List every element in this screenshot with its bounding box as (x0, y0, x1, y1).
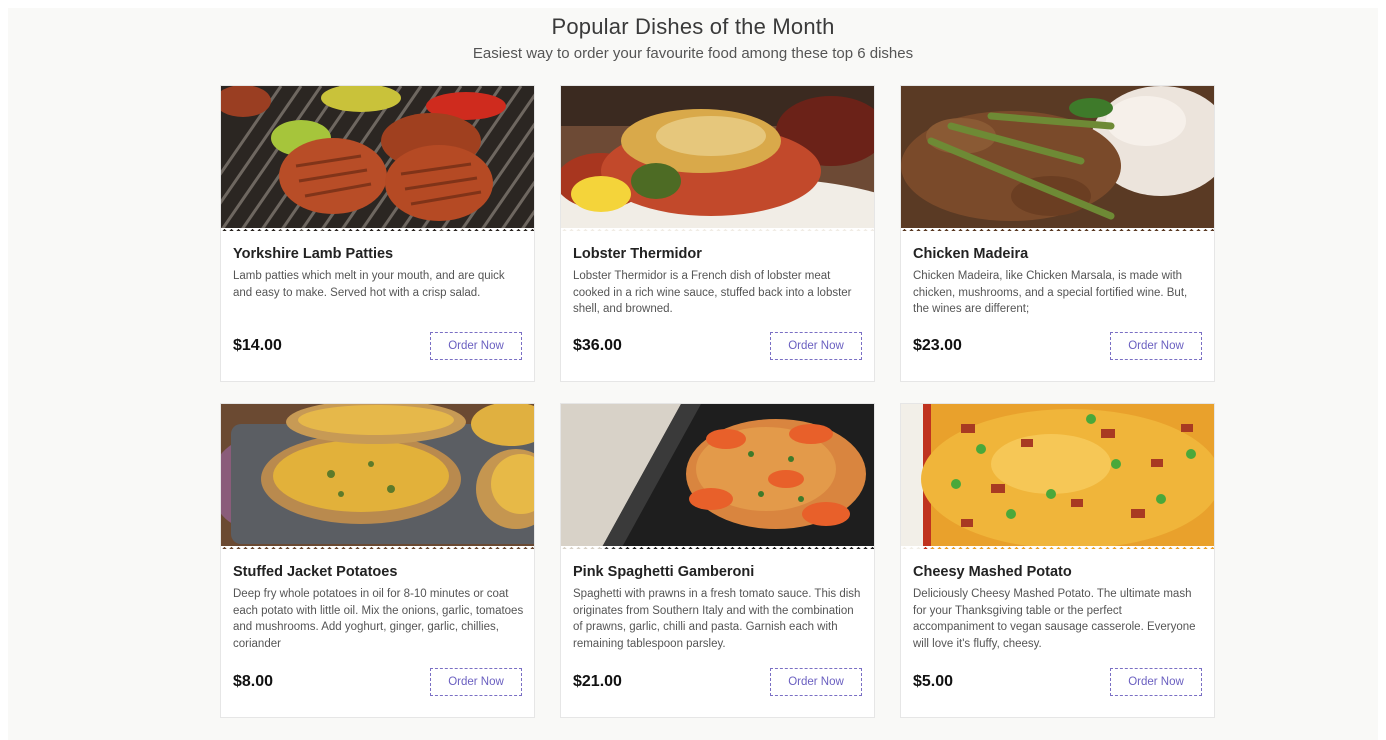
dish-card: Pink Spaghetti Gamberoni Spaghetti with … (560, 403, 875, 718)
dish-name: Chicken Madeira (913, 246, 1029, 262)
dish-card: Yorkshire Lamb Patties Lamb patties whic… (220, 85, 535, 382)
dish-description: Chicken Madeira, like Chicken Marsala, i… (913, 270, 1188, 315)
dish-name: Cheesy Mashed Potato (913, 564, 1072, 580)
dish-card: Stuffed Jacket Potatoes Deep fry whole p… (220, 403, 535, 718)
page-title: Popular Dishes of the Month (551, 14, 835, 39)
order-now-button[interactable]: Order Now (430, 332, 522, 360)
dish-description: Lamb patties which melt in your mouth, a… (233, 270, 505, 299)
dish-name: Lobster Thermidor (573, 246, 702, 262)
dish-photo-cheesy-mashed-potato (901, 404, 1214, 549)
dish-photo-lobster-thermidor (561, 86, 874, 231)
dish-price: $23.00 (913, 337, 962, 354)
dish-name: Stuffed Jacket Potatoes (233, 564, 398, 580)
dish-name: Pink Spaghetti Gamberoni (573, 564, 755, 580)
dish-photo-pink-spaghetti-gamberoni (561, 404, 874, 549)
order-now-button[interactable]: Order Now (1110, 668, 1202, 696)
dish-description: Deliciously Cheesy Mashed Potato. The ul… (913, 588, 1196, 650)
dish-price: $36.00 (573, 337, 622, 354)
dish-photo-lamb-patties (221, 86, 534, 231)
order-now-button[interactable]: Order Now (1110, 332, 1202, 360)
page-subtitle: Easiest way to order your favourite food… (472, 45, 914, 62)
order-now-button[interactable]: Order Now (430, 668, 522, 696)
dish-card: Chicken Madeira Chicken Madeira, like Ch… (900, 85, 1215, 382)
dish-description: Lobster Thermidor is a French dish of lo… (573, 270, 852, 315)
dish-photo-chicken-madeira (901, 86, 1214, 231)
order-now-button[interactable]: Order Now (770, 668, 862, 696)
dish-price: $14.00 (233, 337, 282, 354)
dish-price: $21.00 (573, 673, 622, 690)
dish-description: Spaghetti with prawns in a fresh tomato … (573, 588, 861, 650)
dishes-section: Popular Dishes of the Month Easiest way … (8, 8, 1378, 740)
dish-price: $8.00 (233, 673, 274, 690)
order-now-button[interactable]: Order Now (770, 332, 862, 360)
dish-card: Cheesy Mashed Potato Deliciously Cheesy … (900, 403, 1215, 718)
dish-name: Yorkshire Lamb Patties (233, 246, 394, 262)
dish-price: $5.00 (913, 673, 954, 690)
dish-card: Lobster Thermidor Lobster Thermidor is a… (560, 85, 875, 382)
dish-description: Deep fry whole potatoes in oil for 8-10 … (233, 588, 524, 650)
dish-photo-stuffed-jacket-potatoes (221, 404, 534, 549)
